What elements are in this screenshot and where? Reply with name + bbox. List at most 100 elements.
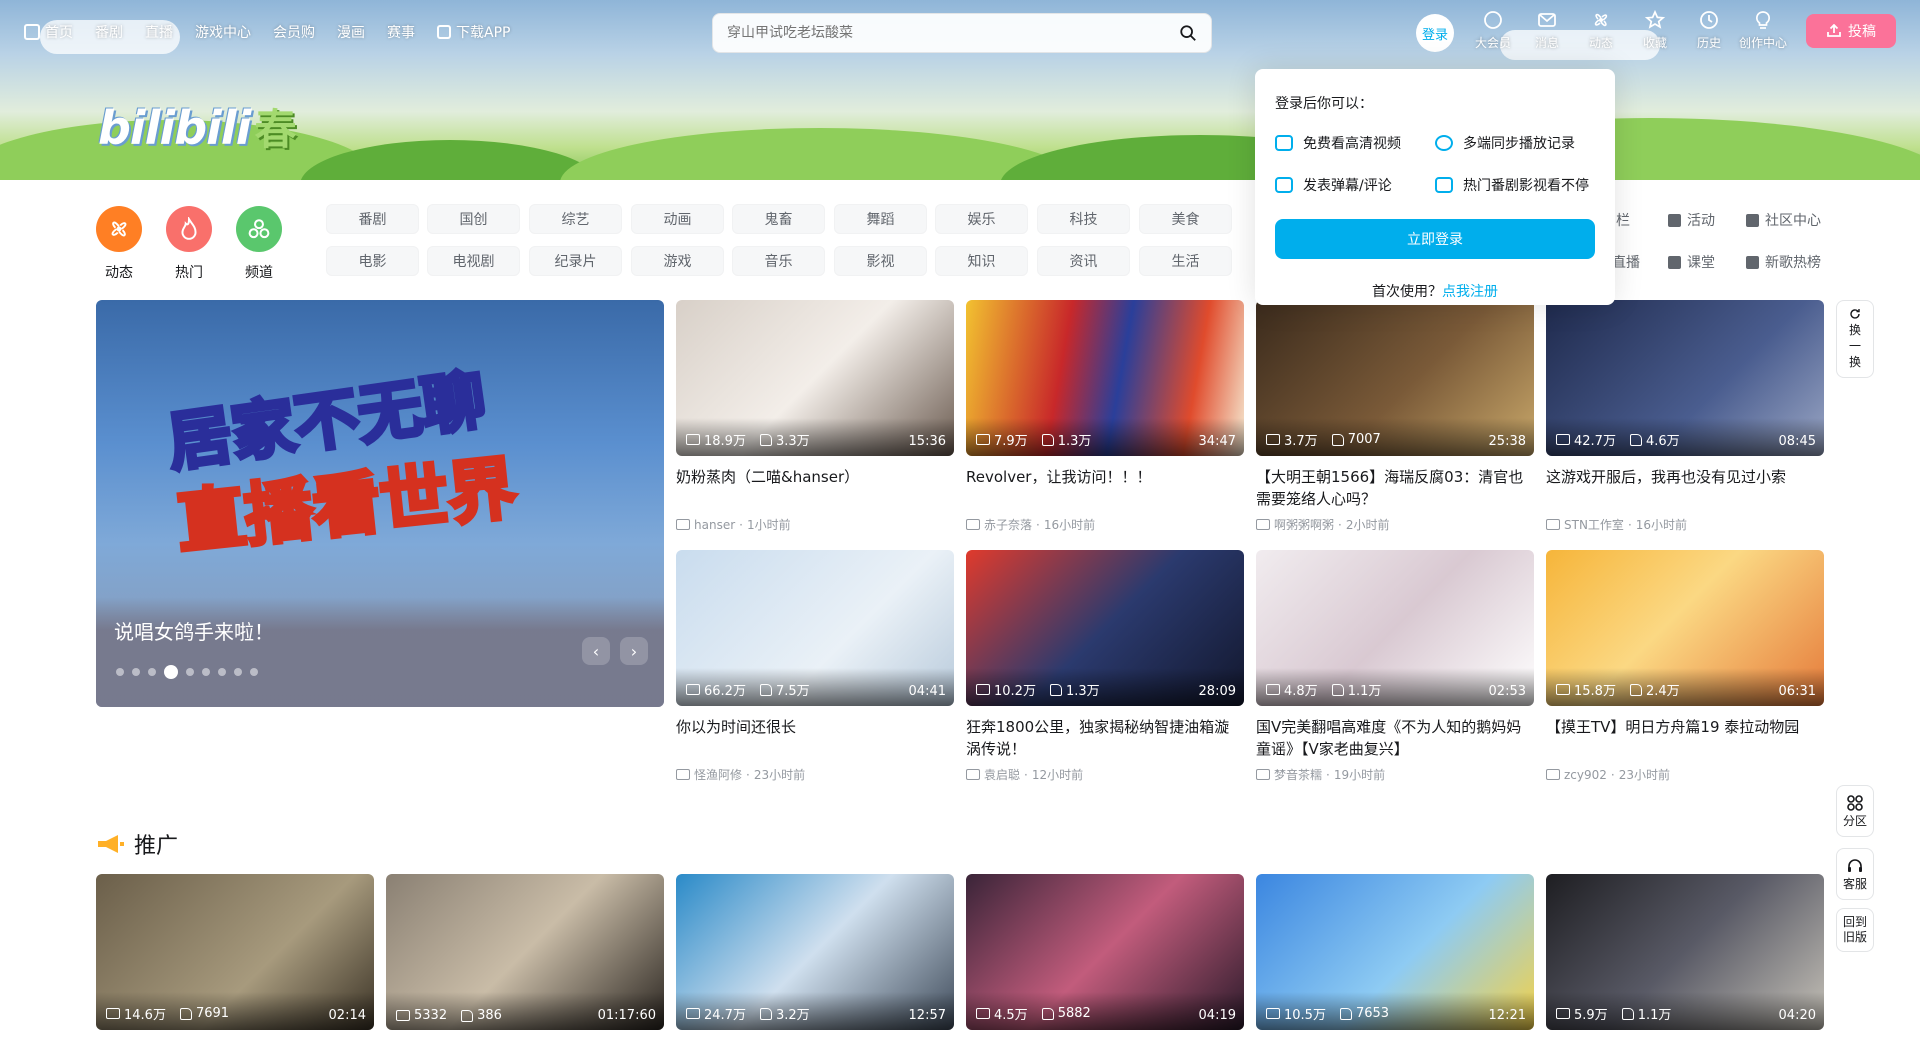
carousel-dot[interactable] <box>218 668 226 676</box>
video-card[interactable]: 66.2万 7.5万 04:41 你以为时间还很长怪渔阿修 · 23小时前 <box>676 550 954 783</box>
login-now-button[interactable]: 立即登录 <box>1275 219 1595 259</box>
carousel-dot-active[interactable] <box>164 665 178 679</box>
promo-thumbnail[interactable]: 5.9万 1.1万 04:20 <box>1546 874 1824 1030</box>
service-button[interactable]: 客服 <box>1836 848 1874 900</box>
video-card[interactable]: 10.2万 1.3万 28:09 狂奔1800公里，独家揭秘纳智捷油箱漩涡传说！ 袁启聪… <box>966 550 1244 783</box>
video-author-line[interactable]: STN工作室 · 16小时前 <box>1546 516 1824 533</box>
nav-message[interactable]: 消息 <box>1520 10 1574 51</box>
link-live[interactable]: 直播 <box>1612 252 1640 272</box>
channel-channels[interactable]: 频道 <box>236 206 282 282</box>
carousel-dot[interactable] <box>148 668 156 676</box>
hero-caption[interactable]: 说唱女鸽手来啦！ <box>114 616 274 645</box>
nav-favorites[interactable]: 收藏 <box>1628 10 1682 51</box>
register-link[interactable]: 点我注册 <box>1442 284 1498 300</box>
video-title[interactable]: 奶粉蒸肉（二喵&hanser） <box>676 466 954 510</box>
video-title[interactable]: 【大明王朝1566】海瑞反腐03：清官也需要笼络人心吗？ <box>1256 466 1534 510</box>
refresh-button[interactable]: 换一换 <box>1836 300 1874 378</box>
channel-hot[interactable]: 热门 <box>166 206 212 282</box>
video-author-line[interactable]: 啊粥粥啊粥 · 2小时前 <box>1256 516 1534 533</box>
video-thumbnail[interactable]: 18.9万 3.3万 15:36 <box>676 300 954 456</box>
chip-ent[interactable]: 娱乐 <box>935 204 1028 234</box>
chip-news[interactable]: 资讯 <box>1037 246 1130 276</box>
carousel-dot[interactable] <box>186 668 194 676</box>
promo-card[interactable]: 10.5万 7653 12:21 <box>1256 874 1534 1030</box>
nav-match[interactable]: 赛事 <box>387 22 415 42</box>
chip-animation[interactable]: 动画 <box>631 204 724 234</box>
video-title[interactable]: 【摸王TV】明日方舟篇19 泰拉动物园 <box>1546 716 1824 760</box>
promo-thumbnail[interactable]: 10.5万 7653 12:21 <box>1256 874 1534 1030</box>
video-card[interactable]: 4.8万 1.1万 02:53 国V完美翻唱高难度《不为人知的鹅妈妈童谣》【V家老曲复… <box>1256 550 1534 783</box>
old-version-button[interactable]: 回到旧版 <box>1836 908 1874 952</box>
chip-knowledge[interactable]: 知识 <box>935 246 1028 276</box>
video-thumbnail[interactable]: 3.7万 7007 25:38 <box>1256 300 1534 456</box>
nav-mall[interactable]: 会员购 <box>273 22 315 42</box>
search-icon[interactable] <box>1179 24 1197 42</box>
promo-card[interactable]: 4.5万 5882 04:19 <box>966 874 1244 1030</box>
nav-manga[interactable]: 漫画 <box>337 22 365 42</box>
video-card[interactable]: 7.9万 1.3万 34:47 Revolver，让我访问！！！ 赤子奈落 · 16小时前 <box>966 300 1244 533</box>
chip-documentary[interactable]: 纪录片 <box>529 246 622 276</box>
chip-music[interactable]: 音乐 <box>732 246 825 276</box>
promo-thumbnail[interactable]: 24.7万 3.2万 12:57 <box>676 874 954 1030</box>
video-card[interactable]: 3.7万 7007 25:38 【大明王朝1566】海瑞反腐03：清官也需要笼络人心吗… <box>1256 300 1534 533</box>
chip-bangumi[interactable]: 番剧 <box>326 204 419 234</box>
chip-tech[interactable]: 科技 <box>1037 204 1130 234</box>
carousel-dot[interactable] <box>132 668 140 676</box>
carousel-prev-button[interactable]: ‹ <box>582 637 610 665</box>
promo-card[interactable]: 14.6万 7691 02:14 <box>96 874 374 1030</box>
nav-creator-center[interactable]: 创作中心 <box>1736 10 1790 51</box>
bilibili-logo[interactable]: bilibili春 <box>98 96 296 157</box>
nav-game-center[interactable]: 游戏中心 <box>195 22 251 42</box>
login-avatar[interactable]: 登录 <box>1416 14 1454 52</box>
promo-thumbnail[interactable]: 4.5万 5882 04:19 <box>966 874 1244 1030</box>
chip-tv[interactable]: 电视剧 <box>427 246 520 276</box>
nav-download-app[interactable]: 下载APP <box>437 22 510 42</box>
nav-history[interactable]: 历史 <box>1682 10 1736 51</box>
channel-dynamic[interactable]: 动态 <box>96 206 142 282</box>
video-card[interactable]: 18.9万 3.3万 15:36 奶粉蒸肉（二喵&hanser） hanser · 1小时前 <box>676 300 954 533</box>
promo-thumbnail[interactable]: 14.6万 7691 02:14 <box>96 874 374 1030</box>
video-title[interactable]: 这游戏开服后，我再也没有见过小索 <box>1546 466 1824 510</box>
video-thumbnail[interactable]: 4.8万 1.1万 02:53 <box>1256 550 1534 706</box>
video-author-line[interactable]: hanser · 1小时前 <box>676 516 954 533</box>
promo-card[interactable]: 5332 386 01:17:60 <box>386 874 664 1030</box>
video-thumbnail[interactable]: 42.7万 4.6万 08:45 <box>1546 300 1824 456</box>
carousel-dot[interactable] <box>250 668 258 676</box>
chip-life[interactable]: 生活 <box>1139 246 1232 276</box>
link-course[interactable]: 课堂 <box>1668 252 1715 272</box>
carousel-dot[interactable] <box>116 668 124 676</box>
chip-food[interactable]: 美食 <box>1139 204 1232 234</box>
nav-home[interactable]: 首页 <box>24 22 73 42</box>
video-thumbnail[interactable]: 15.8万 2.4万 06:31 <box>1546 550 1824 706</box>
video-author-line[interactable]: 怪渔阿修 · 23小时前 <box>676 766 954 783</box>
video-thumbnail[interactable]: 7.9万 1.3万 34:47 <box>966 300 1244 456</box>
chip-dance[interactable]: 舞蹈 <box>834 204 927 234</box>
chip-movie[interactable]: 电影 <box>326 246 419 276</box>
video-card[interactable]: 42.7万 4.6万 08:45 这游戏开服后，我再也没有见过小索 STN工作室 · 16小… <box>1546 300 1824 533</box>
carousel-dot[interactable] <box>202 668 210 676</box>
video-thumbnail[interactable]: 10.2万 1.3万 28:09 <box>966 550 1244 706</box>
video-thumbnail[interactable]: 66.2万 7.5万 04:41 <box>676 550 954 706</box>
carousel-next-button[interactable]: › <box>620 637 648 665</box>
promo-card[interactable]: 5.9万 1.1万 04:20 <box>1546 874 1824 1030</box>
upload-button[interactable]: 投稿 <box>1806 14 1896 48</box>
chip-game[interactable]: 游戏 <box>631 246 724 276</box>
nav-dynamic[interactable]: 动态 <box>1574 10 1628 51</box>
chip-cinephile[interactable]: 影视 <box>834 246 927 276</box>
search-input[interactable] <box>727 24 1147 40</box>
carousel-dot[interactable] <box>234 668 242 676</box>
hero-carousel[interactable]: 居家不无聊 直播看世界 说唱女鸽手来啦！ ‹ › <box>96 300 664 707</box>
nav-bangumi[interactable]: 番剧 <box>95 22 123 42</box>
chip-kichiku[interactable]: 鬼畜 <box>732 204 825 234</box>
chip-guochuang[interactable]: 国创 <box>427 204 520 234</box>
video-author-line[interactable]: zcy902 · 23小时前 <box>1546 766 1824 783</box>
video-card[interactable]: 15.8万 2.4万 06:31 【摸王TV】明日方舟篇19 泰拉动物园 zcy902 ·… <box>1546 550 1824 783</box>
video-author-line[interactable]: 袁启聪 · 12小时前 <box>966 766 1244 783</box>
link-activity[interactable]: 活动 <box>1668 210 1715 230</box>
video-author-line[interactable]: 梦音茶糯 · 19小时前 <box>1256 766 1534 783</box>
nav-live[interactable]: 直播 <box>145 22 173 42</box>
video-title[interactable]: 你以为时间还很长 <box>676 716 954 760</box>
promo-thumbnail[interactable]: 5332 386 01:17:60 <box>386 874 664 1030</box>
promo-card[interactable]: 24.7万 3.2万 12:57 <box>676 874 954 1030</box>
link-new-songs[interactable]: 新歌热榜 <box>1746 252 1821 272</box>
